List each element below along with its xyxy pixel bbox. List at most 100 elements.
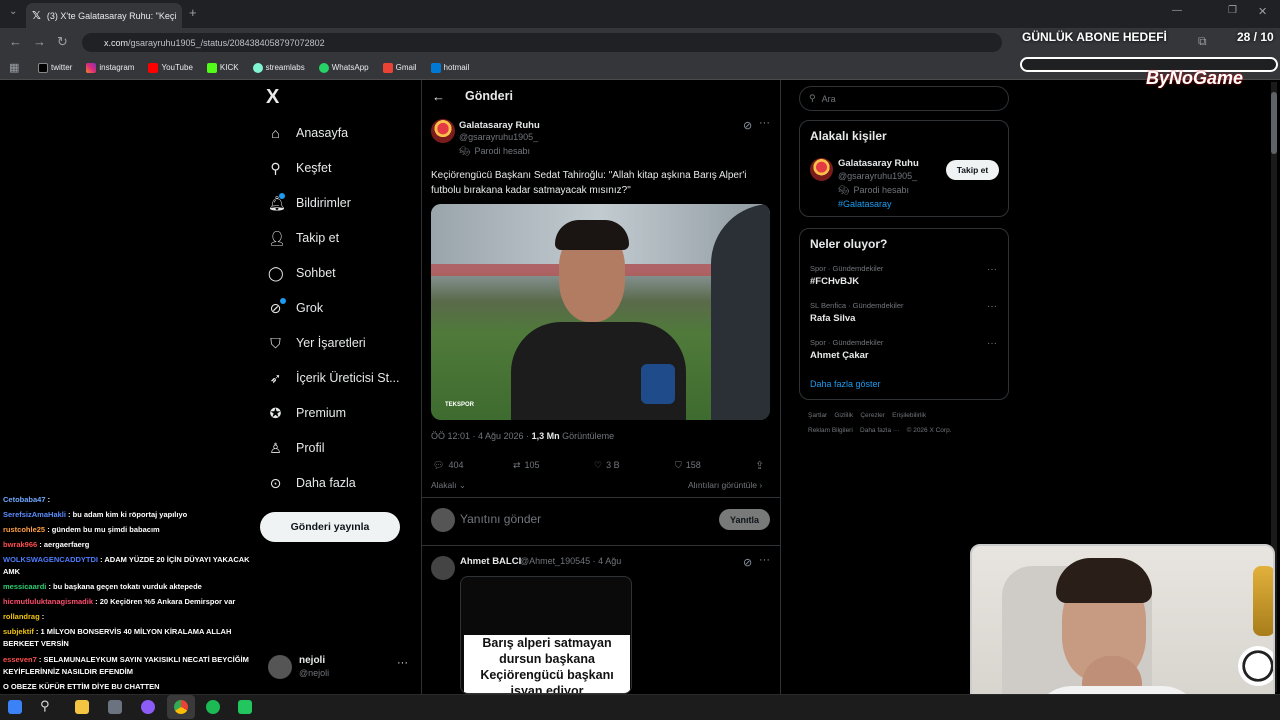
back-arrow-icon[interactable]: ←: [432, 89, 445, 104]
grok-reply-icon[interactable]: ⊘: [743, 556, 752, 569]
footer-links[interactable]: Şartlar Gizlilik Çerezler Erişilebilirli…: [808, 412, 926, 419]
discord-icon[interactable]: [141, 700, 155, 714]
account-more-icon[interactable]: ···: [397, 657, 408, 669]
view-quotes-link[interactable]: Alıntıları görüntüle ›: [688, 480, 762, 490]
show-more-link[interactable]: Daha fazla göster: [810, 379, 881, 389]
bookmark-whatsapp[interactable]: WhatsApp: [318, 62, 369, 73]
scrollbar-thumb[interactable]: [1271, 92, 1277, 154]
chat-text: AMK: [3, 567, 21, 576]
taskbar-search-icon[interactable]: ⚲: [40, 698, 50, 714]
microphone: [641, 364, 675, 404]
reply-author-name[interactable]: Ahmet BALCI: [460, 556, 521, 567]
repost-count[interactable]: ⇄ 105: [513, 460, 540, 471]
sidebar-item-follow[interactable]: 👤︎ Takip et: [268, 228, 339, 248]
chat-username: WOLKSWAGENCADDYTDI: [3, 555, 98, 564]
author-name[interactable]: Galatasaray Ruhu: [459, 120, 540, 131]
post-text: Keçiörengücü Başkanı Sedat Tahiroğlu: "A…: [431, 170, 747, 196]
like-count[interactable]: ♡ 3 B: [594, 460, 620, 471]
chat-message: rollandrag :: [3, 610, 271, 624]
grok-post-icon[interactable]: ⊘: [743, 119, 752, 132]
sidebar-item-more[interactable]: ⊙ Daha fazla: [268, 473, 356, 493]
reply-input[interactable]: Yanıtını gönder: [460, 512, 541, 526]
streamlabs-app-icon[interactable]: [238, 700, 252, 714]
follow-button[interactable]: Takip et: [946, 160, 999, 180]
address-bar[interactable]: x.com/gsarayruhu1905_/status/20843840587…: [82, 33, 1002, 52]
author-avatar[interactable]: [431, 119, 455, 143]
new-tab-icon[interactable]: +: [189, 5, 197, 20]
post-image[interactable]: TEKSPOR: [431, 204, 770, 420]
footer-copyright[interactable]: Reklam Bilgileri Daha fazla ··· © 2026 X…: [808, 427, 952, 434]
tab-list-chevron-icon[interactable]: ⌄: [9, 6, 17, 17]
bookmark-kick[interactable]: KICK: [206, 62, 239, 73]
chat-text: : bu adam kim ki röportaj yapılıyo: [65, 510, 188, 519]
taskbar-app-icon[interactable]: [108, 700, 122, 714]
trend-more-icon[interactable]: ···: [987, 301, 997, 312]
sidebar-item-home[interactable]: ⌂ Anasayfa: [268, 123, 348, 143]
reply-video[interactable]: Barış alperi satmayan dursun başkana Keç…: [460, 576, 632, 694]
sidebar-item-chat[interactable]: ◯ Sohbet: [268, 263, 336, 283]
sort-relevant[interactable]: Alakalı ⌄: [431, 480, 466, 491]
bookmark-twitter[interactable]: twitter: [38, 62, 72, 73]
sidebar-item-premium[interactable]: ✪ Premium: [268, 403, 346, 423]
reply-author-avatar[interactable]: [431, 556, 455, 580]
chat-message: SerefsizAmaHakli : bu adam kim ki röport…: [3, 508, 271, 522]
trend-more-icon[interactable]: ···: [987, 264, 997, 275]
chat-text: KEYİFLERİNNİZ NASILDIR EFENDİM: [3, 667, 134, 676]
search-input[interactable]: ⚲ Ara: [799, 86, 1009, 111]
bookmark-gmail[interactable]: Gmail: [382, 62, 417, 73]
trend-more-icon[interactable]: ···: [987, 338, 997, 349]
sidebar-item-explore[interactable]: ⚲ Keşfet: [268, 158, 331, 178]
author-handle[interactable]: @gsarayruhu1905_: [459, 132, 538, 142]
sidebar-item-grok[interactable]: ⊘ Grok: [268, 298, 323, 318]
back-icon[interactable]: ←: [9, 34, 22, 49]
chat-text: : bu başkana geçen tokatı vurduk akteped…: [46, 582, 202, 591]
person-name[interactable]: Galatasaray Ruhu: [838, 158, 919, 169]
bookmark-instagram[interactable]: instagram: [86, 62, 134, 73]
spotify-icon[interactable]: [206, 700, 220, 714]
reply-avatar: [431, 508, 455, 532]
minimize-icon[interactable]: —: [1172, 5, 1182, 16]
person-avatar[interactable]: [810, 158, 833, 181]
forward-icon[interactable]: →: [33, 34, 46, 49]
reload-icon[interactable]: ↻: [57, 34, 68, 50]
bookmark-hotmail[interactable]: hotmail: [430, 62, 469, 73]
sidebar-item-creator-studio[interactable]: ➶ İçerik Üreticisi St...: [268, 368, 400, 388]
reply-count[interactable]: 💬︎ 404: [433, 460, 463, 471]
browser-tab[interactable]: 𝕏 (3) X'te Galatasaray Ruhu: "Keçi ✕: [26, 3, 182, 28]
sidebar-item-bookmarks[interactable]: ⛉ Yer İşaretleri: [268, 333, 365, 353]
home-icon: ⌂: [271, 125, 280, 141]
trend-item[interactable]: Spor · Gündemdekiler Ahmet Çakar: [810, 338, 1000, 361]
post-more-icon[interactable]: ···: [759, 117, 770, 129]
bookmark-count[interactable]: ⛉ 158: [675, 460, 701, 471]
account-handle: @nejoli: [299, 668, 330, 678]
chrome-icon[interactable]: [174, 700, 188, 714]
bookmark-youtube[interactable]: YouTube: [148, 62, 193, 73]
post-timestamp: ÖÖ 12:01 · 4 Ağu 2026 · 1,3 Mn Görüntüle…: [431, 431, 615, 441]
person-hashtag[interactable]: #Galatasaray: [838, 199, 892, 209]
trend-item[interactable]: SL Benfica · Gündemdekiler Rafa Silva: [810, 301, 1000, 324]
account-avatar[interactable]: [268, 655, 292, 679]
verified-icon: ✪: [269, 404, 282, 421]
file-explorer-icon[interactable]: [75, 700, 89, 714]
apps-grid-icon[interactable]: ▦: [9, 61, 19, 74]
sidebar-item-profile[interactable]: ♙ Profil: [268, 438, 324, 458]
webcam-feed: [970, 544, 1275, 716]
bookmark-streamlabs[interactable]: streamlabs: [252, 62, 305, 73]
divider: [422, 497, 780, 498]
maximize-icon[interactable]: ❐: [1228, 5, 1237, 16]
bookmark-icon: ⛉: [270, 334, 281, 351]
reply-more-icon[interactable]: ···: [759, 554, 770, 566]
mask-icon: 🎭︎: [459, 146, 471, 156]
share-icon[interactable]: ⇪: [755, 459, 764, 472]
chat-message: Cetobaba47 :: [3, 493, 271, 507]
extensions-icon[interactable]: ⧉: [1198, 34, 1207, 49]
post-button[interactable]: Gönderi yayınla: [260, 512, 400, 542]
chat-message: hicmutluluktanagismadik : 20 Keçiören %5…: [3, 595, 271, 609]
trend-item[interactable]: Spor · Gündemdekiler #FCHvBJK: [810, 264, 1000, 287]
x-logo-icon[interactable]: X: [266, 86, 279, 109]
close-window-icon[interactable]: ✕: [1258, 5, 1267, 18]
divider: [422, 545, 780, 546]
windows-start-icon[interactable]: [8, 700, 22, 714]
reply-button[interactable]: Yanıtla: [719, 509, 770, 530]
relevant-people-title: Alakalı kişiler: [810, 129, 887, 143]
